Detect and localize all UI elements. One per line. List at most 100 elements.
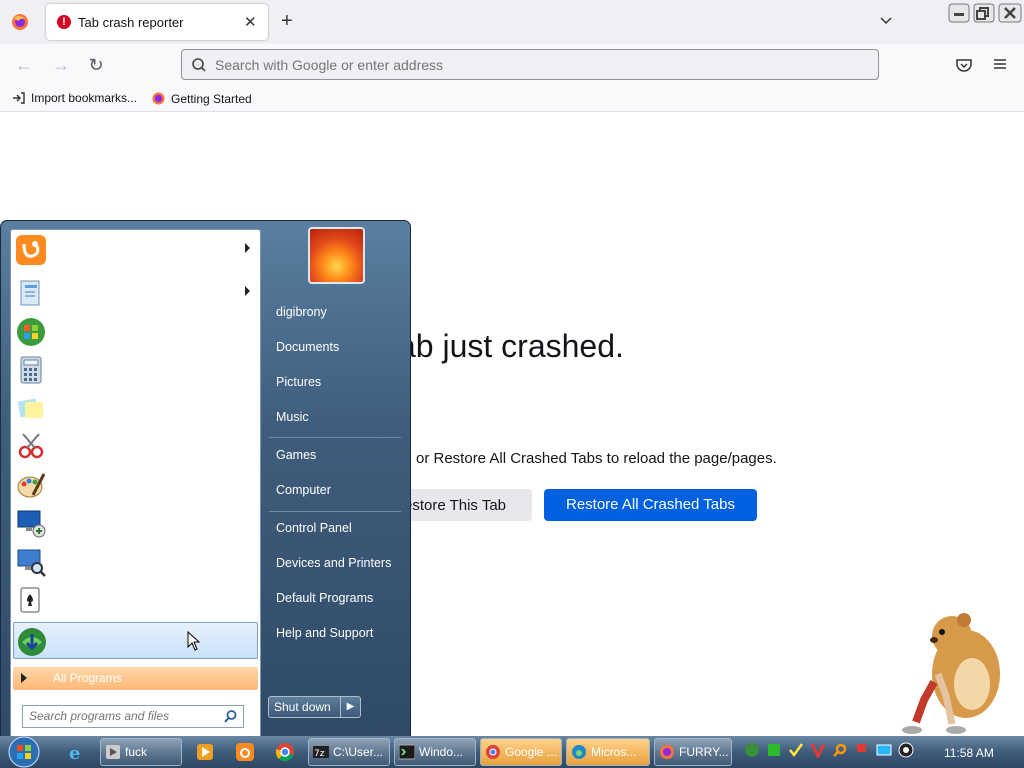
import-icon [12, 91, 26, 105]
search-icon [191, 57, 207, 73]
window-controls [948, 2, 1024, 24]
restore-all-crashed-tabs-button[interactable]: Restore All Crashed Tabs [544, 489, 757, 521]
media-player-icon[interactable] [195, 742, 215, 762]
terminal-icon [399, 744, 415, 760]
forward-icon[interactable]: → [50, 54, 72, 76]
taskbar-button-7zip[interactable]: 7z C:\User... [308, 738, 390, 766]
url-input[interactable] [215, 56, 815, 74]
snipping-tool-icon [15, 430, 47, 462]
new-tab-icon[interactable]: + [281, 10, 293, 33]
mouse-pointer-icon [187, 631, 201, 651]
chevron-down-icon[interactable] [878, 12, 894, 28]
crash-description: or Restore All Crashed Tabs to reload th… [416, 450, 777, 467]
solitaire-icon [15, 584, 47, 616]
address-bar[interactable] [181, 49, 879, 80]
expand-arrow-icon [21, 673, 27, 683]
start-button[interactable] [4, 736, 44, 768]
program-sticky-notes[interactable] [13, 389, 258, 426]
volume-icon[interactable] [898, 742, 914, 758]
start-link-help-support[interactable]: Help and Support [276, 626, 373, 640]
windows-update-icon [15, 316, 47, 348]
start-separator [269, 437, 401, 438]
start-link-devices-printers[interactable]: Devices and Printers [276, 556, 391, 570]
menu-icon[interactable] [992, 56, 1008, 72]
start-link-music[interactable]: Music [276, 410, 309, 424]
program-paint[interactable] [13, 466, 258, 503]
program-getting-started[interactable] [13, 274, 258, 311]
start-link-games[interactable]: Games [276, 448, 316, 462]
uc-browser-icon[interactable] [235, 742, 255, 762]
shutdown-label: Shut down [274, 700, 331, 714]
tab-crash-reporter[interactable]: ! Tab crash reporter ✕ [46, 4, 268, 40]
warning-icon: ! [57, 15, 71, 29]
flag-icon[interactable] [854, 742, 870, 758]
program-solitaire[interactable] [13, 581, 258, 618]
search-tray-icon[interactable] [832, 742, 848, 758]
start-link-default-programs[interactable]: Default Programs [276, 591, 373, 605]
start-link-pictures[interactable]: Pictures [276, 375, 321, 389]
sticky-notes-icon [15, 392, 47, 424]
svg-text:7z: 7z [314, 749, 325, 759]
v-icon[interactable] [810, 742, 826, 758]
start-search-box[interactable] [22, 705, 244, 728]
back-icon[interactable]: ← [13, 54, 35, 76]
start-search-input[interactable] [29, 709, 214, 723]
shutdown-button[interactable]: Shut down ▶ [268, 696, 361, 718]
restore-this-tab-button[interactable]: estore This Tab [398, 489, 532, 521]
globe-icon[interactable] [744, 742, 760, 758]
getting-started-icon [15, 277, 47, 309]
program-snipping-tool[interactable] [13, 427, 258, 464]
bookmark-getting-started[interactable]: Getting Started [151, 91, 252, 106]
system-tray [744, 742, 914, 762]
display-icon[interactable] [876, 742, 892, 758]
start-menu: All Programs digibrony Documents Picture… [0, 220, 411, 740]
start-link-documents[interactable]: Documents [276, 340, 339, 354]
submenu-arrow-icon [245, 286, 250, 296]
taskbar-button-media[interactable]: fuck [100, 738, 182, 766]
program-windows-update[interactable] [13, 313, 258, 350]
minimize-icon[interactable] [948, 3, 970, 23]
close-window-icon[interactable] [998, 3, 1022, 23]
program-remote-desktop[interactable] [13, 504, 258, 541]
chrome-icon[interactable] [275, 742, 295, 762]
taskbar-button-firefox[interactable]: FURRY... [654, 738, 732, 766]
clock[interactable]: 11:58 AM [944, 746, 994, 760]
taskbar-button-label: fuck [125, 745, 148, 759]
calculator-icon [15, 354, 47, 386]
monitor-icon[interactable] [766, 742, 782, 758]
pocket-icon[interactable] [955, 56, 973, 74]
internet-explorer-icon[interactable]: e [67, 742, 87, 762]
svg-text:e: e [69, 743, 80, 762]
taskbar-button-label: C:\User... [333, 745, 384, 759]
start-link-user[interactable]: digibrony [276, 305, 327, 319]
program-magnifier[interactable] [13, 543, 258, 580]
restore-icon[interactable] [973, 3, 995, 23]
program-internet-download-manager[interactable] [13, 622, 258, 659]
crash-heading: ab just crashed. [398, 328, 624, 364]
reload-icon[interactable]: ↻ [85, 54, 107, 76]
start-link-control-panel[interactable]: Control Panel [276, 521, 352, 535]
firefox-icon[interactable] [10, 12, 30, 32]
start-link-computer[interactable]: Computer [276, 483, 331, 497]
navigation-bar: ← → ↻ [0, 44, 1024, 86]
program-uc-browser[interactable] [13, 231, 258, 268]
start-menu-programs-pane: All Programs [10, 229, 261, 739]
taskbar-button-edge[interactable]: Micros... [566, 738, 650, 766]
search-icon[interactable] [223, 709, 238, 724]
bookmark-import[interactable]: Import bookmarks... [12, 91, 137, 105]
taskbar-button-chrome[interactable]: Google ... [480, 738, 562, 766]
internet-download-manager-icon [16, 626, 48, 658]
taskbar-button-label: Micros... [591, 745, 637, 759]
all-programs-label: All Programs [53, 671, 122, 685]
close-tab-icon[interactable]: ✕ [244, 13, 257, 31]
user-avatar[interactable] [308, 227, 365, 284]
all-programs-button[interactable]: All Programs [13, 667, 258, 690]
check-icon[interactable] [788, 742, 804, 758]
shutdown-options-arrow-icon[interactable]: ▶ [340, 697, 360, 717]
program-calculator[interactable] [13, 351, 258, 388]
start-separator [269, 511, 401, 512]
tab-bar: ! Tab crash reporter ✕ + [0, 0, 1024, 44]
paint-icon [15, 469, 47, 501]
magnifier-icon [15, 546, 47, 578]
taskbar-button-terminal[interactable]: Windo... [394, 738, 476, 766]
